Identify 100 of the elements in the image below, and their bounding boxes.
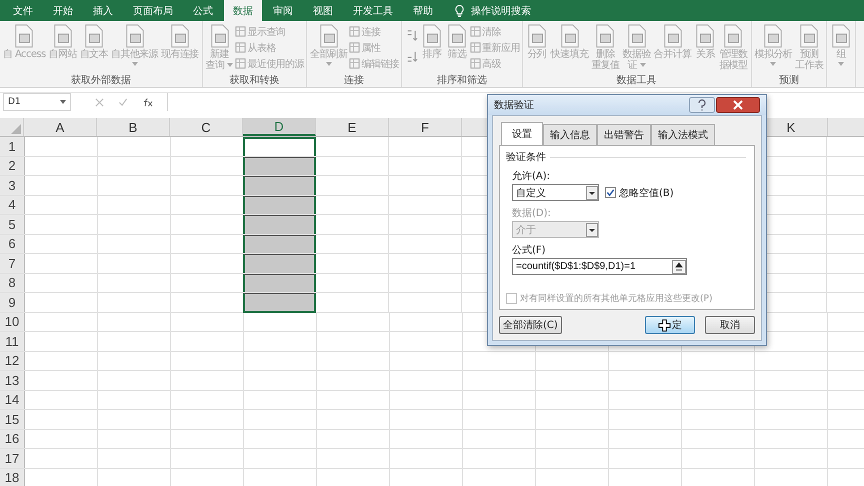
formula-field[interactable]: =countif($D$1:$D$9,D1)=1 — [512, 258, 687, 275]
sheet-icon — [694, 24, 716, 48]
lightbulb-icon — [454, 4, 465, 18]
ribbon-tab[interactable]: 数据 — [224, 0, 262, 21]
sort-ascending-icon[interactable] — [405, 29, 418, 42]
dropdown-icon — [586, 222, 598, 236]
sheet-icon — [235, 42, 246, 53]
ribbon-tab[interactable]: 审阅 — [264, 0, 302, 21]
group-label: 预测 — [778, 74, 800, 87]
sheet-icon — [762, 24, 784, 48]
sheet-icon — [470, 42, 482, 53]
row-header[interactable]: 2 — [0, 156, 25, 175]
sheet-icon — [446, 24, 468, 48]
row-header[interactable]: 11 — [0, 332, 25, 350]
row-header[interactable]: 15 — [0, 410, 25, 428]
close-icon[interactable] — [716, 97, 760, 113]
table-cell[interactable] — [243, 196, 316, 214]
sort-descending-icon[interactable] — [405, 50, 418, 63]
row-header[interactable]: 17 — [0, 449, 25, 468]
ignore-blank-checkbox[interactable]: 忽略空值(B) — [605, 186, 674, 200]
table-cell[interactable] — [243, 176, 316, 194]
check-icon[interactable] — [118, 98, 128, 106]
sheet-icon — [470, 26, 482, 37]
row-header[interactable]: 12 — [0, 352, 25, 370]
sheet-icon — [526, 24, 548, 48]
ribbon-tab[interactable]: 视图 — [304, 0, 342, 21]
row-header[interactable]: 13 — [0, 371, 25, 390]
sheet-icon — [349, 42, 360, 53]
table-cell[interactable] — [243, 215, 316, 234]
row-header[interactable]: 18 — [0, 468, 25, 486]
row-header[interactable]: 16 — [0, 430, 25, 448]
dialog-tab[interactable]: 输入信息 — [543, 124, 597, 145]
field-label: 公式(F) — [512, 244, 546, 257]
search-field[interactable]: 操作说明搜索 — [471, 4, 531, 18]
sheet-icon — [349, 58, 360, 69]
row-header[interactable]: 10 — [0, 312, 25, 331]
section-title: 验证条件 — [506, 151, 546, 164]
sheet-icon — [594, 24, 616, 48]
group-label: 排序和筛选 — [436, 74, 488, 87]
ok-button[interactable]: 定 — [645, 316, 695, 334]
dialog-title: 数据验证 — [494, 99, 534, 112]
column-header[interactable]: B — [97, 118, 170, 136]
sheet-icon — [349, 26, 360, 37]
sheet-icon — [168, 24, 191, 48]
group-label: 连接 — [342, 74, 365, 87]
column-header[interactable]: E — [316, 118, 389, 136]
sheet-icon — [318, 24, 340, 48]
column-header[interactable]: F — [389, 118, 462, 136]
group-label: 获取和转换 — [228, 74, 280, 87]
allow-dropdown[interactable]: 自定义 — [512, 184, 599, 201]
sheet-icon — [52, 24, 74, 48]
row-header[interactable]: 9 — [0, 293, 25, 312]
ribbon-tab[interactable]: 开始 — [44, 0, 82, 21]
row-header[interactable]: 7 — [0, 254, 25, 272]
checkmark-icon — [606, 188, 615, 197]
table-cell[interactable] — [243, 274, 316, 292]
field-label: 数据(D): — [512, 207, 551, 220]
help-icon[interactable] — [689, 97, 715, 113]
name-box[interactable]: D1 — [3, 93, 71, 111]
sheet-icon — [662, 24, 684, 48]
table-cell[interactable] — [243, 156, 316, 175]
dropdown-icon — [60, 100, 66, 104]
sheet-icon — [421, 24, 444, 48]
column-header[interactable]: A — [24, 118, 97, 136]
group-label: 获取外部数据 — [70, 74, 132, 87]
dialog-tab[interactable]: 出错警告 — [597, 124, 651, 145]
ribbon-tab[interactable]: 公式 — [184, 0, 222, 21]
dropdown-icon — [586, 186, 598, 200]
function-icon[interactable] — [142, 98, 153, 106]
row-header[interactable]: 5 — [0, 215, 25, 234]
ribbon-tab[interactable]: 帮助 — [404, 0, 442, 21]
sheet-icon — [798, 24, 820, 48]
row-header[interactable]: 1 — [0, 137, 25, 156]
dialog-tab[interactable]: 输入法模式 — [651, 124, 715, 145]
cursor-icon — [658, 318, 671, 332]
ribbon-tab[interactable]: 插入 — [84, 0, 122, 21]
row-header[interactable]: 8 — [0, 274, 25, 292]
row-header[interactable]: 4 — [0, 196, 25, 214]
table-cell[interactable] — [243, 293, 316, 312]
sheet-icon — [470, 58, 482, 69]
sheet-icon — [626, 24, 648, 48]
dialog-tab[interactable]: 设置 — [501, 122, 543, 145]
row-header[interactable]: 6 — [0, 234, 25, 253]
row-header[interactable]: 3 — [0, 176, 25, 194]
ribbon-tab[interactable]: 开发工具 — [344, 0, 402, 21]
clear-all-button[interactable]: 全部清除(C) — [499, 316, 562, 334]
cancel-button[interactable]: 取消 — [705, 316, 755, 334]
ribbon-tab[interactable]: 页面布局 — [124, 0, 182, 21]
ribbon-tab[interactable]: 文件 — [4, 0, 42, 21]
group-label: 数据工具 — [616, 74, 658, 87]
column-header[interactable]: D — [243, 118, 316, 136]
table-cell[interactable] — [243, 234, 316, 253]
collapse-icon[interactable] — [672, 260, 686, 274]
sheet-icon — [235, 58, 246, 69]
row-header[interactable]: 14 — [0, 390, 25, 409]
sheet-icon — [558, 24, 580, 48]
sheet-icon — [722, 24, 744, 48]
sheet-icon — [208, 24, 231, 48]
table-cell[interactable] — [243, 254, 316, 272]
sheet-icon — [235, 26, 246, 37]
